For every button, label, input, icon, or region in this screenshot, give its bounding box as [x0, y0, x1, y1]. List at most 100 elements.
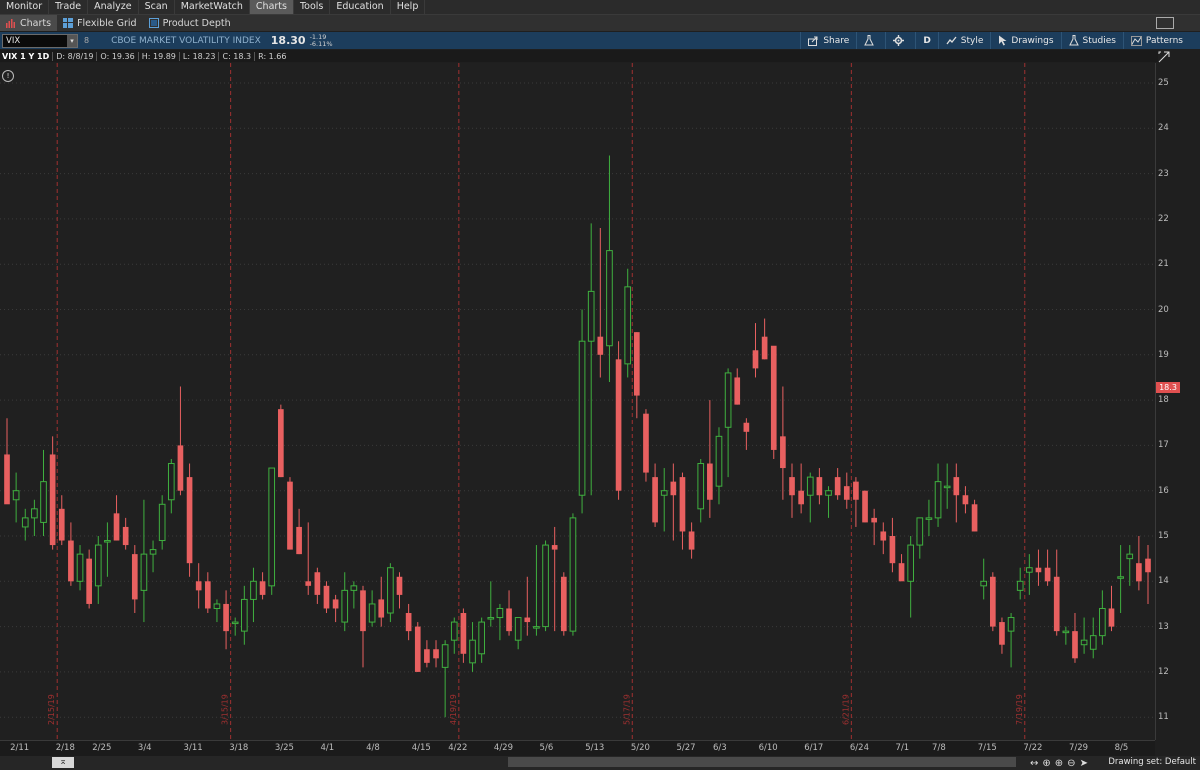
- x-tick-label: 2/25: [92, 743, 112, 753]
- candle-body: [31, 508, 38, 519]
- product-depth-icon: [148, 18, 159, 28]
- grid-icon: [63, 18, 74, 28]
- candle-body: [68, 540, 74, 582]
- menu-item-scan[interactable]: Scan: [139, 0, 175, 14]
- candlestick-chart: 2/15/19 3/15/19 4/19/19 5/17/19 6/21/19 7/19/…: [0, 63, 1155, 740]
- month-separator-label: 3/15/19: [221, 694, 230, 725]
- horizontal-scrollbar[interactable]: [508, 757, 1016, 767]
- candle-body: [378, 599, 385, 618]
- patterns-button[interactable]: Patterns: [1122, 32, 1190, 49]
- candle-body: [1089, 635, 1097, 650]
- candle-body: [287, 481, 293, 550]
- menu-item-analyze[interactable]: Analyze: [88, 0, 139, 14]
- share-label: Share: [823, 35, 850, 46]
- candle-body: [643, 413, 649, 473]
- candle-body: [231, 621, 239, 625]
- flask-icon: [864, 35, 875, 46]
- alert-icon[interactable]: !: [2, 70, 14, 82]
- candle-body: [615, 359, 622, 491]
- candle-body: [450, 621, 458, 641]
- collapse-panel-button[interactable]: ⌅: [52, 757, 74, 768]
- candle-body: [350, 585, 358, 591]
- candle-body: [4, 454, 10, 505]
- share-button[interactable]: Share: [800, 32, 856, 49]
- candle-body: [798, 490, 804, 505]
- aggregation-button[interactable]: D: [915, 32, 937, 49]
- candle-body: [314, 572, 321, 595]
- symbol-description: CBOE MARKET VOLATILITY INDEX: [111, 35, 261, 46]
- candle-body: [916, 517, 924, 546]
- y-tick-label: 16: [1158, 485, 1169, 496]
- pointer-icon[interactable]: ➤: [1080, 758, 1088, 769]
- time-axis[interactable]: 2/11 2/18 2/25 3/4 3/11 3/18 3/25 4/1 4/8 4/15 4/2…: [0, 740, 1155, 757]
- candle-body: [734, 377, 741, 405]
- candle-body: [999, 622, 1005, 645]
- drawing-set-label[interactable]: Drawing set: Default: [1108, 757, 1196, 767]
- drawings-button[interactable]: Drawings: [990, 32, 1060, 49]
- zoom-out-icon[interactable]: ⊖: [1067, 758, 1075, 769]
- chart-bars-icon: [6, 19, 15, 28]
- x-tick-label: 4/8: [366, 743, 380, 753]
- zoom-in-icon[interactable]: ⊕: [1055, 758, 1063, 769]
- candle-body: [560, 576, 567, 632]
- style-button[interactable]: Style: [937, 32, 991, 49]
- last-price: 18.30: [270, 34, 306, 47]
- symbol-value: VIX: [6, 35, 21, 46]
- menu-item-monitor[interactable]: Monitor: [0, 0, 50, 14]
- link-icon[interactable]: 8: [84, 36, 89, 45]
- candle-body: [1080, 639, 1088, 646]
- chevron-down-icon[interactable]: ▾: [67, 34, 77, 47]
- window-maximize-button[interactable]: [1156, 17, 1174, 29]
- settings-button[interactable]: [885, 32, 915, 49]
- candle-body: [1035, 567, 1042, 573]
- subtab-charts[interactable]: Charts: [0, 15, 58, 31]
- info-range: R: 1.66: [254, 51, 289, 61]
- percent-change: -6.11%: [309, 39, 333, 48]
- candle-body: [1145, 558, 1151, 573]
- menu-item-marketwatch[interactable]: MarketWatch: [175, 0, 250, 14]
- candle-body: [360, 590, 366, 632]
- candle-body: [660, 490, 668, 496]
- flask-button[interactable]: [856, 32, 885, 49]
- candle-body: [1062, 630, 1070, 634]
- price-chart-area[interactable]: 2/15/19 3/15/19 4/19/19 5/17/19 6/21/19 7/19/…: [0, 63, 1155, 740]
- candle-body: [149, 549, 157, 555]
- pan-icon[interactable]: ↔: [1030, 758, 1038, 769]
- sub-tab-bar: Charts Flexible Grid Product Depth: [0, 15, 1200, 31]
- menu-bar: Monitor Trade Analyze Scan MarketWatch Charts…: [0, 0, 1200, 15]
- y-tick-label: 20: [1158, 304, 1169, 315]
- x-tick-label: 7/1: [895, 743, 910, 753]
- menu-item-tools[interactable]: Tools: [294, 0, 331, 14]
- symbol-input[interactable]: VIX ▾: [2, 33, 78, 48]
- studies-button[interactable]: Studies: [1060, 32, 1123, 49]
- x-tick-label: 6/3: [712, 743, 727, 753]
- crosshair-icon[interactable]: ⊕: [1042, 758, 1050, 769]
- candle-body: [204, 581, 211, 609]
- menu-item-education[interactable]: Education: [330, 0, 391, 14]
- candle-body: [971, 504, 978, 532]
- candle-body: [58, 508, 65, 541]
- subtab-product-depth[interactable]: Product Depth: [143, 15, 237, 31]
- expand-icon[interactable]: [1158, 51, 1170, 63]
- subtab-flexible-grid[interactable]: Flexible Grid: [57, 15, 143, 31]
- candle-body: [780, 436, 786, 469]
- candle-body: [670, 481, 677, 496]
- drawings-label: Drawings: [1011, 35, 1054, 46]
- menu-item-trade[interactable]: Trade: [49, 0, 89, 14]
- candle-body: [223, 603, 229, 632]
- subtab-label: Charts: [20, 17, 52, 29]
- candle-body: [460, 613, 467, 654]
- candle-body: [989, 576, 996, 627]
- candle-body: [21, 517, 29, 528]
- price-axis[interactable]: 11 12 13 14 15 16 17 18 19 20 21 22 23 24 25: [1155, 63, 1200, 740]
- menu-item-help[interactable]: Help: [391, 0, 426, 14]
- y-tick-label: 13: [1158, 621, 1169, 632]
- menu-item-charts[interactable]: Charts: [249, 0, 294, 14]
- candle-body: [551, 545, 558, 550]
- candle-body: [332, 599, 339, 609]
- x-tick-label: 4/1: [320, 743, 335, 753]
- candle-body: [506, 608, 512, 632]
- candle-body: [825, 490, 832, 496]
- candle-body: [323, 585, 330, 609]
- candle-body: [634, 332, 640, 396]
